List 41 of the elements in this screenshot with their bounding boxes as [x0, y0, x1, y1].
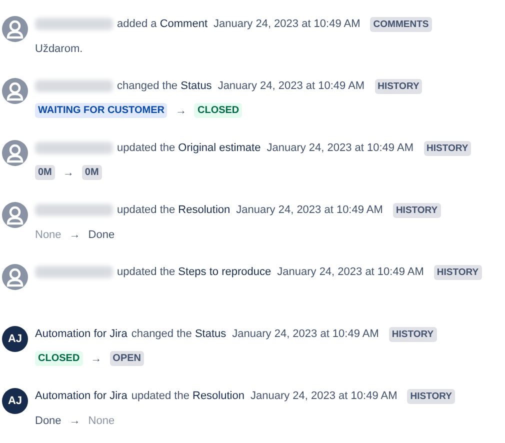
timestamp: January 24, 2023 at 10:49 AM: [250, 389, 398, 404]
author-name: Automation for Jira: [35, 389, 128, 404]
status-lozenge: OPEN: [110, 351, 144, 366]
status-lozenge: 0M: [82, 165, 102, 180]
activity-tag: HISTORY: [424, 140, 472, 156]
arrow-text: →: [69, 414, 80, 428]
activity-tag: HISTORY: [388, 326, 437, 342]
activity-action: added a Comment: [117, 17, 208, 32]
timestamp: January 24, 2023 at 10:49 AM: [277, 265, 424, 280]
activity-tag: HISTORY: [407, 388, 455, 404]
activity-tag: HISTORY: [374, 78, 422, 94]
field-value: Done: [88, 228, 115, 242]
arrow-text: →: [90, 352, 102, 366]
timestamp: January 24, 2023 at 10:49 AM: [236, 203, 383, 218]
activity-tag: HISTORY: [434, 264, 482, 280]
activity-action: updated the Resolution: [131, 389, 244, 404]
timestamp: January 24, 2023 at 10:49 AM: [218, 79, 365, 94]
arrow-text: →: [175, 104, 186, 118]
field-value: None: [88, 414, 115, 428]
activity-action: updated the Original estimate: [117, 141, 261, 156]
author-name: Automation for Jira: [35, 327, 128, 342]
avatar: AJ: [2, 388, 28, 414]
activity-action: updated the Steps to reproduce: [117, 265, 272, 280]
comment-text: Uždarom.: [35, 42, 84, 56]
activity-action: updated the Resolution: [117, 203, 230, 218]
activity-action: changed the Status: [117, 79, 212, 94]
avatar: AJ: [2, 326, 28, 352]
timestamp: January 24, 2023 at 10:49 AM: [232, 327, 379, 342]
activity-action: changed the Status: [131, 327, 226, 342]
timestamp: January 24, 2023 at 10:49 AM: [266, 141, 414, 156]
status-lozenge: CLOSED: [194, 103, 242, 118]
status-lozenge: 0M: [35, 165, 55, 180]
timestamp: January 24, 2023 at 10:49 AM: [214, 17, 360, 32]
status-lozenge: CLOSED: [35, 351, 83, 366]
arrow-text: →: [69, 228, 80, 242]
status-lozenge: WAITING FOR CUSTOMER: [35, 103, 168, 118]
field-value: Done: [35, 414, 62, 428]
arrow-text: →: [62, 166, 74, 180]
activity-tag: COMMENTS: [370, 16, 432, 32]
field-value: None: [35, 228, 62, 242]
activity-tag: HISTORY: [392, 202, 441, 218]
